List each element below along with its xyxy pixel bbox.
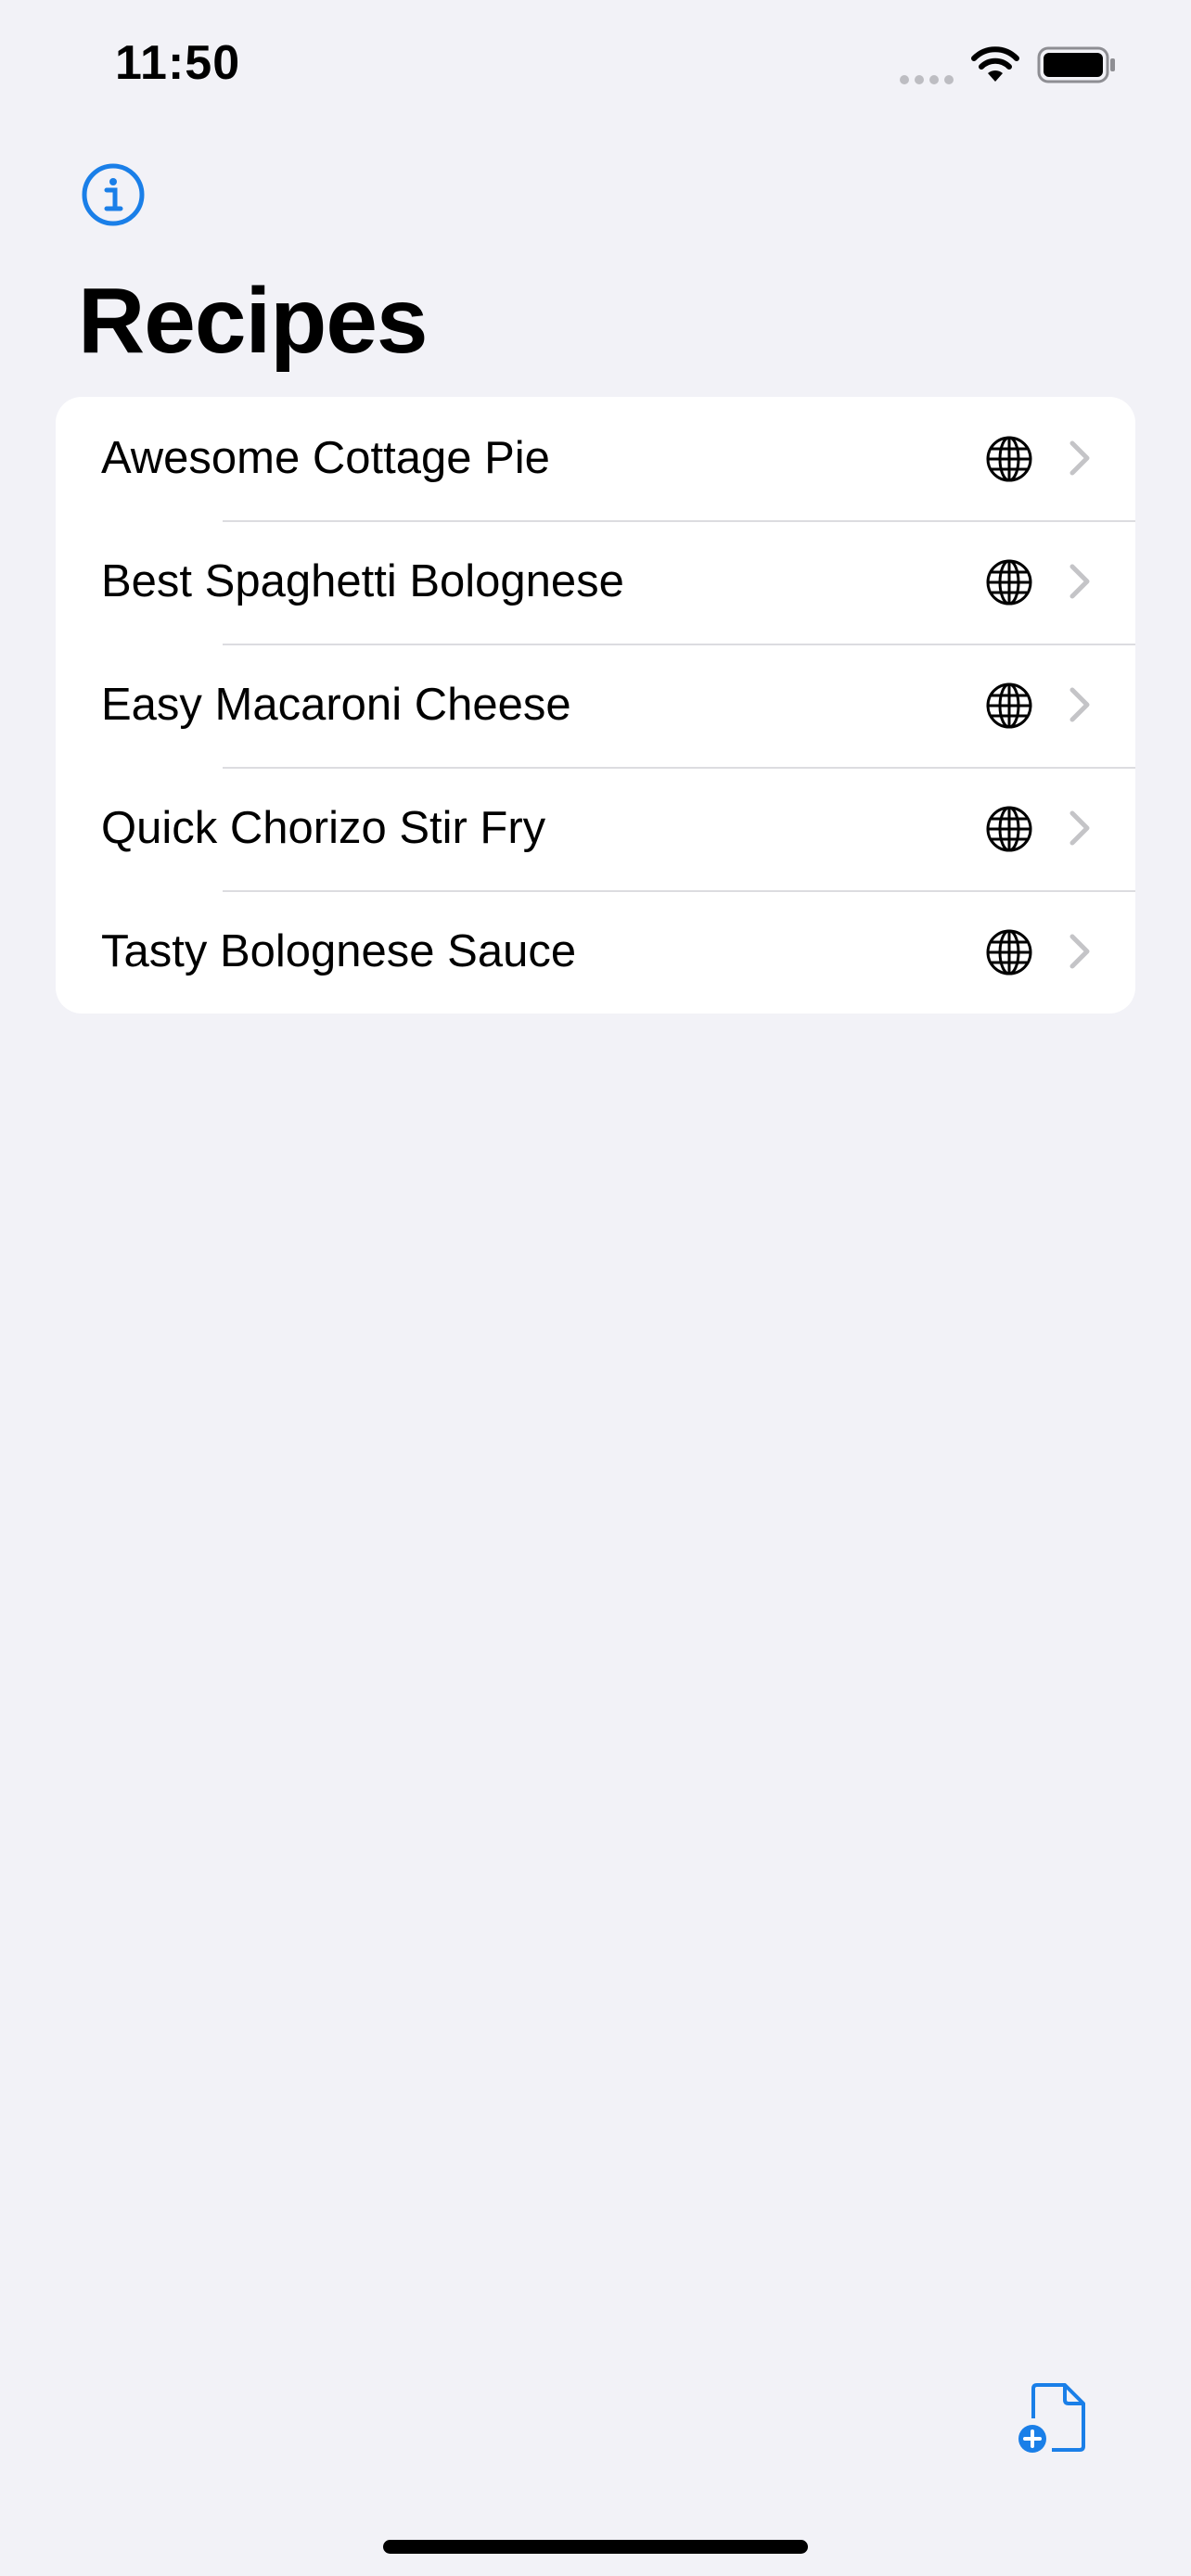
globe-icon: [986, 436, 1032, 482]
recipe-label: Tasty Bolognese Sauce: [101, 926, 577, 976]
new-document-button[interactable]: [1017, 2381, 1089, 2455]
globe-icon: [986, 806, 1032, 852]
chevron-right-icon: [1069, 440, 1090, 476]
battery-icon: [1037, 46, 1115, 83]
info-circle-icon: [82, 163, 145, 226]
recipe-label: Awesome Cottage Pie: [101, 433, 550, 483]
chevron-right-icon: [1069, 564, 1090, 599]
chevron-right-icon: [1069, 934, 1090, 969]
recipe-label: Quick Chorizo Stir Fry: [101, 803, 546, 853]
recipe-label: Best Spaghetti Bolognese: [101, 556, 624, 606]
chevron-right-icon: [1069, 687, 1090, 722]
status-bar: 11:50: [0, 0, 1191, 130]
status-time: 11:50: [115, 36, 241, 90]
list-item[interactable]: Awesome Cottage Pie: [56, 397, 1135, 520]
list-item[interactable]: Easy Macaroni Cheese: [56, 644, 1135, 767]
globe-icon: [986, 929, 1032, 976]
list-item[interactable]: Tasty Bolognese Sauce: [56, 890, 1135, 1014]
globe-icon: [986, 682, 1032, 729]
list-item[interactable]: Quick Chorizo Stir Fry: [56, 767, 1135, 890]
recipe-list: Awesome Cottage Pie Best Spaghetti Bolog…: [56, 397, 1135, 1014]
wifi-icon: [971, 46, 1019, 82]
home-indicator[interactable]: [383, 2540, 808, 2554]
recipe-label: Easy Macaroni Cheese: [101, 680, 571, 730]
info-button[interactable]: [80, 161, 147, 228]
chevron-right-icon: [1069, 810, 1090, 846]
doc-badge-plus-icon: [1018, 2383, 1085, 2453]
page-title: Recipes: [78, 269, 429, 373]
cellular-signal-icon: [900, 72, 959, 89]
list-item[interactable]: Best Spaghetti Bolognese: [56, 520, 1135, 644]
globe-icon: [986, 559, 1032, 606]
